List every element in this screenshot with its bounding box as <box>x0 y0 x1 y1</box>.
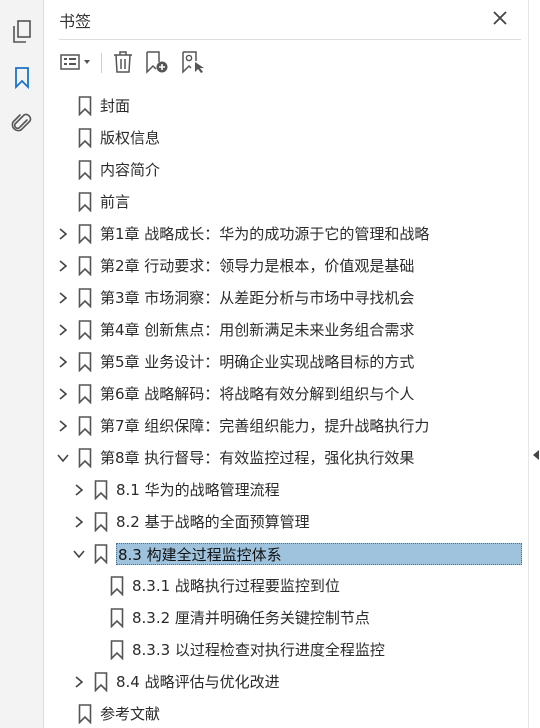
chevron-right-icon[interactable] <box>56 355 70 369</box>
bookmarks-icon[interactable] <box>8 64 36 92</box>
new-bookmark-from-structure-icon[interactable] <box>180 48 206 76</box>
bookmark-row[interactable]: 第3章 市场洞察：从差距分析与市场中寻找机会 <box>44 282 528 314</box>
bookmark-row[interactable]: 8.4 战略评估与优化改进 <box>44 666 528 698</box>
navigation-rail <box>0 0 44 728</box>
bookmark-label[interactable]: 8.2 基于战略的全面预算管理 <box>116 511 310 533</box>
bookmark-row[interactable]: 8.1 华为的战略管理流程 <box>44 474 528 506</box>
bookmark-row[interactable]: 第2章 行动要求：领导力是根本，价值观是基础 <box>44 250 528 282</box>
bookmark-label[interactable]: 第2章 行动要求：领导力是根本，价值观是基础 <box>100 255 414 277</box>
bookmark-row[interactable]: 版权信息 <box>44 122 528 154</box>
panel-header: 书签 <box>44 0 528 38</box>
delete-bookmark-icon[interactable] <box>111 48 135 76</box>
bookmark-row[interactable]: 前言 <box>44 186 528 218</box>
bookmark-icon <box>78 256 92 277</box>
bookmark-label[interactable]: 第5章 业务设计：明确企业实现战略目标的方式 <box>100 351 414 373</box>
toolbar-separator <box>101 53 102 73</box>
chevron-right-icon[interactable] <box>56 259 70 273</box>
bookmark-row[interactable]: 第8章 执行督导：有效监控过程，强化执行效果 <box>44 442 528 474</box>
bookmark-icon <box>94 672 108 693</box>
bookmark-icon <box>78 224 92 245</box>
bookmark-icon <box>78 384 92 405</box>
bookmark-row[interactable]: 第1章 战略成长：华为的成功源于它的管理和战略 <box>44 218 528 250</box>
bookmark-row[interactable]: 第6章 战略解码：将战略有效分解到组织与个人 <box>44 378 528 410</box>
chevron-right-icon[interactable] <box>56 291 70 305</box>
bookmark-label[interactable]: 第3章 市场洞察：从差距分析与市场中寻找机会 <box>100 287 414 309</box>
collapse-panel-icon[interactable] <box>530 445 540 465</box>
bookmark-icon <box>78 288 92 309</box>
bookmark-label[interactable]: 前言 <box>100 191 130 213</box>
chevron-right-icon[interactable] <box>56 419 70 433</box>
bookmark-icon <box>78 704 92 725</box>
bookmark-row[interactable]: 第4章 创新焦点：用创新满足未来业务组合需求 <box>44 314 528 346</box>
bookmark-label[interactable]: 参考文献 <box>100 703 160 725</box>
pages-icon[interactable] <box>8 18 36 46</box>
chevron-right-icon[interactable] <box>72 675 86 689</box>
bookmark-icon <box>78 160 92 181</box>
chevron-right-icon[interactable] <box>56 227 70 241</box>
bookmark-label[interactable]: 8.4 战略评估与优化改进 <box>116 671 280 693</box>
bookmark-label[interactable]: 第4章 创新焦点：用创新满足未来业务组合需求 <box>100 319 414 341</box>
bookmark-icon <box>110 576 124 597</box>
chevron-down-icon[interactable] <box>56 451 70 465</box>
chevron-right-icon[interactable] <box>72 483 86 497</box>
bookmark-row[interactable]: 8.3 构建全过程监控体系 <box>44 538 528 570</box>
bookmarks-panel: 书签 封面 版权信息 内容简介 前言 第1章 战略成长：华为的成功源于它的管理和… <box>44 0 528 728</box>
bookmark-icon <box>110 608 124 629</box>
bookmark-label[interactable]: 8.3.2 厘清并明确任务关键控制节点 <box>132 607 370 629</box>
bookmark-icon <box>94 544 108 565</box>
bookmark-label[interactable]: 8.3.3 以过程检查对执行进度全程监控 <box>132 639 385 661</box>
bookmark-label[interactable]: 封面 <box>100 95 130 117</box>
bookmark-label[interactable]: 第8章 执行督导：有效监控过程，强化执行效果 <box>100 447 414 469</box>
bookmark-icon <box>78 96 92 117</box>
options-menu-icon[interactable] <box>59 48 97 76</box>
bookmarks-toolbar <box>44 44 528 80</box>
bookmark-row[interactable]: 8.3.1 战略执行过程要监控到位 <box>44 570 528 602</box>
bookmark-icon <box>78 128 92 149</box>
bookmark-row[interactable]: 第5章 业务设计：明确企业实现战略目标的方式 <box>44 346 528 378</box>
attachments-icon[interactable] <box>8 110 36 138</box>
bookmark-row[interactable]: 8.3.3 以过程检查对执行进度全程监控 <box>44 634 528 666</box>
bookmark-row[interactable]: 封面 <box>44 90 528 122</box>
bookmark-icon <box>78 448 92 469</box>
new-bookmark-icon[interactable] <box>144 48 170 76</box>
header-divider <box>59 39 521 40</box>
bookmark-icon <box>94 480 108 501</box>
bookmark-row[interactable]: 参考文献 <box>44 698 528 728</box>
chevron-right-icon[interactable] <box>72 515 86 529</box>
bookmark-icon <box>110 640 124 661</box>
chevron-right-icon[interactable] <box>56 323 70 337</box>
bookmark-row[interactable]: 第7章 组织保障：完善组织能力，提升战略执行力 <box>44 410 528 442</box>
bookmark-label[interactable]: 第1章 战略成长：华为的成功源于它的管理和战略 <box>100 223 429 245</box>
bookmark-label[interactable]: 版权信息 <box>100 127 160 149</box>
bookmark-icon <box>78 320 92 341</box>
bookmark-row[interactable]: 8.3.2 厘清并明确任务关键控制节点 <box>44 602 528 634</box>
bookmark-icon <box>78 352 92 373</box>
close-icon[interactable] <box>490 8 510 28</box>
bookmark-icon <box>78 192 92 213</box>
chevron-down-icon[interactable] <box>72 547 86 561</box>
bookmark-label[interactable]: 第7章 组织保障：完善组织能力，提升战略执行力 <box>100 415 429 437</box>
bookmark-row[interactable]: 8.2 基于战略的全面预算管理 <box>44 506 528 538</box>
panel-title: 书签 <box>59 12 92 31</box>
bookmark-row[interactable]: 内容简介 <box>44 154 528 186</box>
bookmark-icon <box>78 416 92 437</box>
bookmark-label-selected[interactable]: 8.3 构建全过程监控体系 <box>116 543 522 565</box>
bookmark-icon <box>94 512 108 533</box>
bookmark-label[interactable]: 8.3.1 战略执行过程要监控到位 <box>132 575 340 597</box>
panel-splitter[interactable] <box>528 0 529 728</box>
bookmark-label[interactable]: 8.1 华为的战略管理流程 <box>116 479 280 501</box>
chevron-right-icon[interactable] <box>56 387 70 401</box>
bookmark-label[interactable]: 内容简介 <box>100 159 160 181</box>
bookmark-label[interactable]: 第6章 战略解码：将战略有效分解到组织与个人 <box>100 383 414 405</box>
